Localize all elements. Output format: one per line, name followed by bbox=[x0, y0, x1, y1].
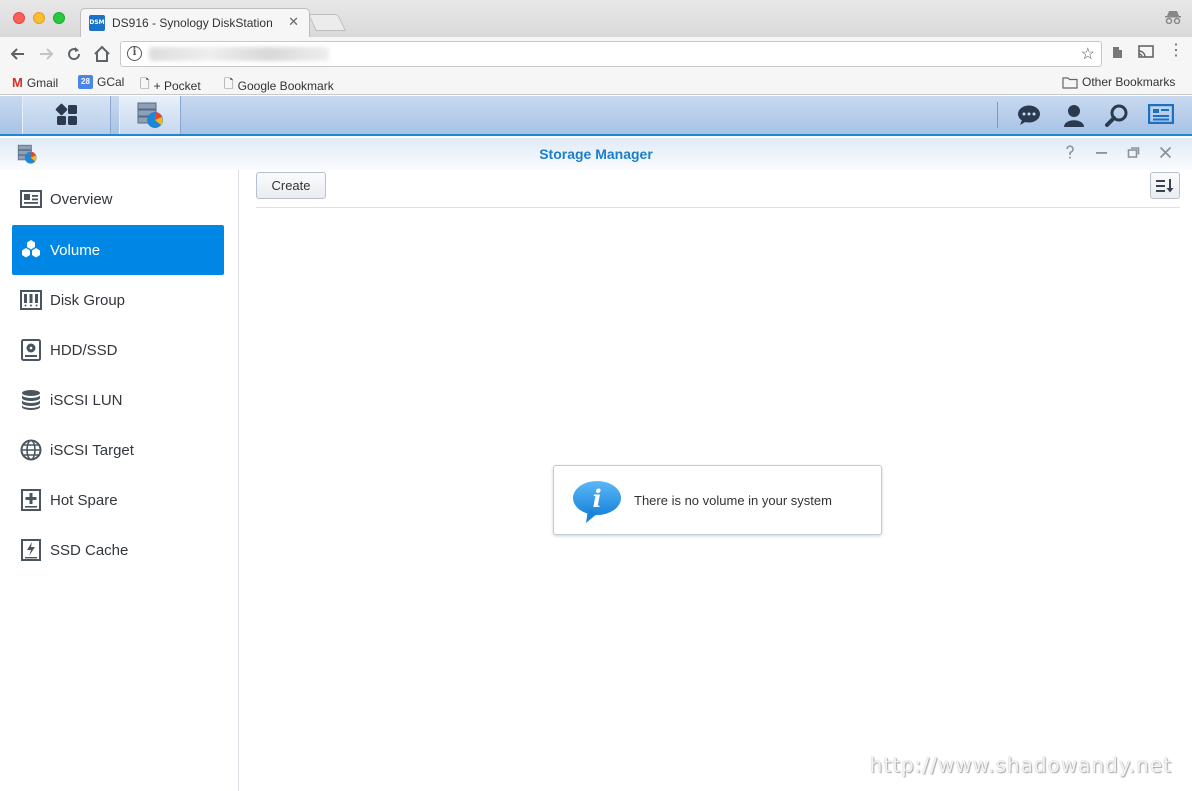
watermark: http://www.shadowandy.net bbox=[869, 753, 1172, 777]
browser-tab-strip: DSM DS916 - Synology DiskStation ✕ bbox=[0, 0, 1192, 37]
sort-button[interactable] bbox=[1150, 172, 1180, 199]
sidebar-item-label: Volume bbox=[50, 241, 101, 259]
notifications-icon[interactable] bbox=[1016, 104, 1042, 126]
sidebar-item-overview[interactable]: Overview bbox=[12, 174, 224, 224]
svg-text:i: i bbox=[592, 484, 601, 513]
page-icon: 🗋 bbox=[140, 77, 150, 91]
folder-icon bbox=[1062, 76, 1078, 89]
search-icon[interactable] bbox=[1104, 104, 1130, 127]
extension-icon[interactable] bbox=[1110, 44, 1126, 64]
disk-group-icon bbox=[20, 289, 42, 311]
tab-title: DS916 - Synology DiskStation bbox=[112, 16, 273, 30]
sidebar-item-hdd-ssd[interactable]: HDD/SSD bbox=[12, 325, 224, 375]
bookmarks-bar: M Gmail 28 GCal 🗋 + Pocket 🗋 Google Book… bbox=[0, 71, 1192, 95]
bookmark-label: Google Bookmark bbox=[237, 78, 334, 93]
sidebar-item-label: Hot Spare bbox=[50, 491, 118, 509]
volume-icon bbox=[20, 239, 42, 261]
sidebar-item-label: HDD/SSD bbox=[50, 341, 118, 359]
hdd-icon bbox=[20, 339, 42, 361]
dsm-taskbar bbox=[0, 96, 1192, 136]
minimize-icon[interactable] bbox=[1093, 145, 1109, 162]
main-content: Create i There is no volume in your syst… bbox=[240, 170, 1192, 791]
browser-menu-icon[interactable]: ⋮ bbox=[1168, 43, 1184, 59]
bookmark-label: Gmail bbox=[26, 75, 59, 90]
overview-icon bbox=[20, 188, 42, 210]
sidebar-item-iscsi-target[interactable]: iSCSI Target bbox=[12, 425, 224, 475]
close-window-button[interactable] bbox=[13, 12, 25, 24]
browser-toolbar: i ☆ ⋮ bbox=[0, 37, 1192, 71]
bookmark-google-bookmark[interactable]: 🗋 Google Bookmark bbox=[224, 75, 334, 96]
storage-manager-icon bbox=[137, 102, 163, 128]
bookmark-gmail[interactable]: M Gmail bbox=[12, 75, 58, 90]
sort-icon bbox=[1156, 179, 1174, 193]
dsm-favicon-icon: DSM bbox=[89, 15, 105, 31]
gcal-icon: 28 bbox=[78, 75, 93, 89]
new-tab-button[interactable] bbox=[308, 14, 346, 31]
create-button[interactable]: Create bbox=[256, 172, 326, 199]
other-bookmarks[interactable]: Other Bookmarks bbox=[1062, 75, 1175, 89]
user-icon[interactable] bbox=[1061, 104, 1087, 127]
iscsi-lun-icon bbox=[20, 389, 42, 411]
minimize-window-button[interactable] bbox=[33, 12, 45, 24]
sidebar-item-label: SSD Cache bbox=[50, 541, 129, 559]
address-bar[interactable]: i ☆ bbox=[120, 41, 1102, 67]
bookmark-star-icon[interactable]: ☆ bbox=[1081, 44, 1095, 64]
toolbar-divider bbox=[256, 207, 1180, 208]
sidebar-item-volume[interactable]: Volume bbox=[12, 225, 224, 275]
sidebar-item-disk-group[interactable]: Disk Group bbox=[12, 275, 224, 325]
sidebar-item-hot-spare[interactable]: Hot Spare bbox=[12, 475, 224, 525]
forward-icon[interactable] bbox=[34, 42, 58, 66]
window-title-bar[interactable]: Storage Manager bbox=[0, 138, 1192, 170]
info-icon: i bbox=[573, 481, 621, 523]
reload-icon[interactable] bbox=[62, 42, 86, 66]
browser-tab[interactable]: DSM DS916 - Synology DiskStation ✕ bbox=[80, 8, 310, 37]
page-icon: 🗋 bbox=[224, 77, 234, 91]
help-icon[interactable] bbox=[1062, 145, 1078, 162]
home-icon[interactable] bbox=[90, 42, 114, 66]
bookmark-label: + Pocket bbox=[153, 78, 201, 93]
taskbar-divider bbox=[997, 102, 998, 128]
sidebar-item-ssd-cache[interactable]: SSD Cache bbox=[12, 525, 224, 575]
sidebar-item-iscsi-lun[interactable]: iSCSI LUN bbox=[12, 375, 224, 425]
close-icon[interactable] bbox=[1157, 145, 1173, 162]
back-icon[interactable] bbox=[6, 42, 30, 66]
bookmark-label: Other Bookmarks bbox=[1082, 75, 1176, 89]
site-info-icon[interactable]: i bbox=[127, 46, 142, 61]
tab-close-icon[interactable]: ✕ bbox=[288, 14, 299, 30]
empty-state-text: There is no volume in your system bbox=[634, 493, 832, 508]
iscsi-target-icon bbox=[20, 439, 42, 461]
main-menu-icon bbox=[55, 103, 77, 125]
widgets-icon[interactable] bbox=[1147, 103, 1175, 126]
sidebar-item-label: iSCSI LUN bbox=[50, 391, 123, 409]
restore-icon[interactable] bbox=[1125, 145, 1141, 162]
gmail-icon: M bbox=[12, 75, 23, 90]
sidebar-item-label: Overview bbox=[50, 190, 113, 208]
main-menu-button[interactable] bbox=[22, 96, 111, 134]
address-url-blurred bbox=[149, 47, 329, 61]
hot-spare-icon bbox=[20, 489, 42, 511]
sidebar-item-label: Disk Group bbox=[50, 291, 126, 309]
empty-state-message: i There is no volume in your system bbox=[553, 465, 882, 535]
sidebar: Overview Volume Disk Group HDD/SSD iSCSI… bbox=[0, 170, 239, 791]
ssd-cache-icon bbox=[20, 539, 42, 561]
bookmark-gcal[interactable]: 28 GCal bbox=[78, 75, 124, 89]
storage-manager-taskbar-button[interactable] bbox=[119, 96, 181, 134]
window-title: Storage Manager bbox=[539, 146, 653, 162]
bookmark-pocket[interactable]: 🗋 + Pocket bbox=[140, 75, 201, 96]
bookmark-label: GCal bbox=[97, 75, 125, 89]
cast-icon[interactable] bbox=[1137, 44, 1155, 64]
zoom-window-button[interactable] bbox=[53, 12, 65, 24]
sidebar-item-label: iSCSI Target bbox=[50, 441, 134, 459]
incognito-icon bbox=[1164, 10, 1182, 27]
